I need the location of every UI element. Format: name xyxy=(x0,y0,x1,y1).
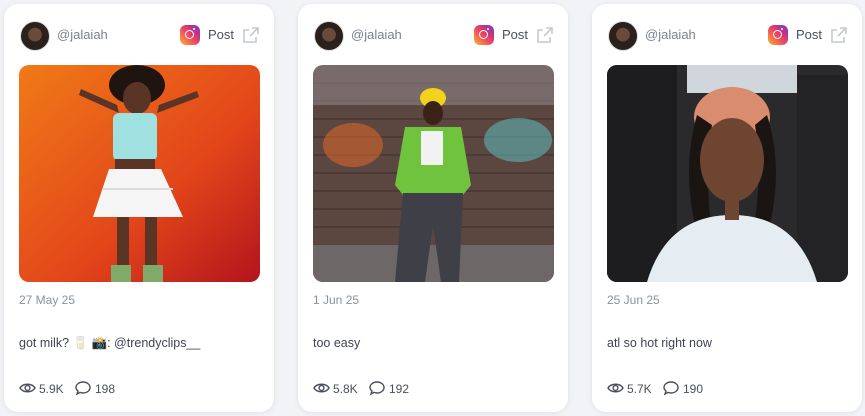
comment-icon xyxy=(75,381,91,396)
avatar[interactable] xyxy=(608,21,638,51)
post-caption: too easy xyxy=(313,336,361,350)
post-image[interactable] xyxy=(607,65,848,282)
post-image[interactable] xyxy=(313,65,554,282)
eye-icon xyxy=(313,383,330,393)
username[interactable]: @jalaiah xyxy=(351,27,402,42)
avatar[interactable] xyxy=(314,21,344,51)
post-date: 1 Jun 25 xyxy=(313,293,360,307)
post-type-label: Post xyxy=(502,27,529,42)
avatar[interactable] xyxy=(20,21,50,51)
comments-count: 192 xyxy=(389,382,410,396)
post-date: 25 Jun 25 xyxy=(607,293,660,307)
views-count: 5.9K xyxy=(39,382,64,396)
views-count: 5.8K xyxy=(333,382,358,396)
username[interactable]: @jalaiah xyxy=(645,27,696,42)
instagram-icon xyxy=(180,25,200,45)
post-type-label: Post xyxy=(208,27,235,42)
external-link-icon[interactable] xyxy=(830,26,848,44)
post-date: 27 May 25 xyxy=(19,293,76,307)
instagram-icon xyxy=(768,25,788,45)
comment-icon xyxy=(663,381,679,396)
instagram-icon xyxy=(474,25,494,45)
eye-icon xyxy=(19,383,36,393)
post-caption: atl so hot right now xyxy=(607,336,712,350)
comments-count: 190 xyxy=(683,382,704,396)
views-count: 5.7K xyxy=(627,382,652,396)
card-header: @jalaiah Post xyxy=(314,21,554,51)
post-card[interactable]: @jalaiah Post 25 Jun 25 atl so hot right… xyxy=(592,4,862,412)
external-link-icon[interactable] xyxy=(536,26,554,44)
external-link-icon[interactable] xyxy=(242,26,260,44)
card-header: @jalaiah Post xyxy=(608,21,848,51)
post-caption: got milk? 🥛 📸: @trendyclips__ xyxy=(19,336,201,350)
post-image[interactable] xyxy=(19,65,260,282)
post-card[interactable]: @jalaiah Post 27 May 25 got milk? 🥛 📸: @… xyxy=(4,4,274,412)
card-header: @jalaiah Post xyxy=(20,21,260,51)
comment-icon xyxy=(369,381,385,396)
post-card[interactable]: @jalaiah Post 1 Jun 25 too easy 5.8K 192 xyxy=(298,4,568,412)
comments-count: 198 xyxy=(95,382,116,396)
eye-icon xyxy=(607,383,624,393)
post-type-label: Post xyxy=(796,27,823,42)
username[interactable]: @jalaiah xyxy=(57,27,108,42)
